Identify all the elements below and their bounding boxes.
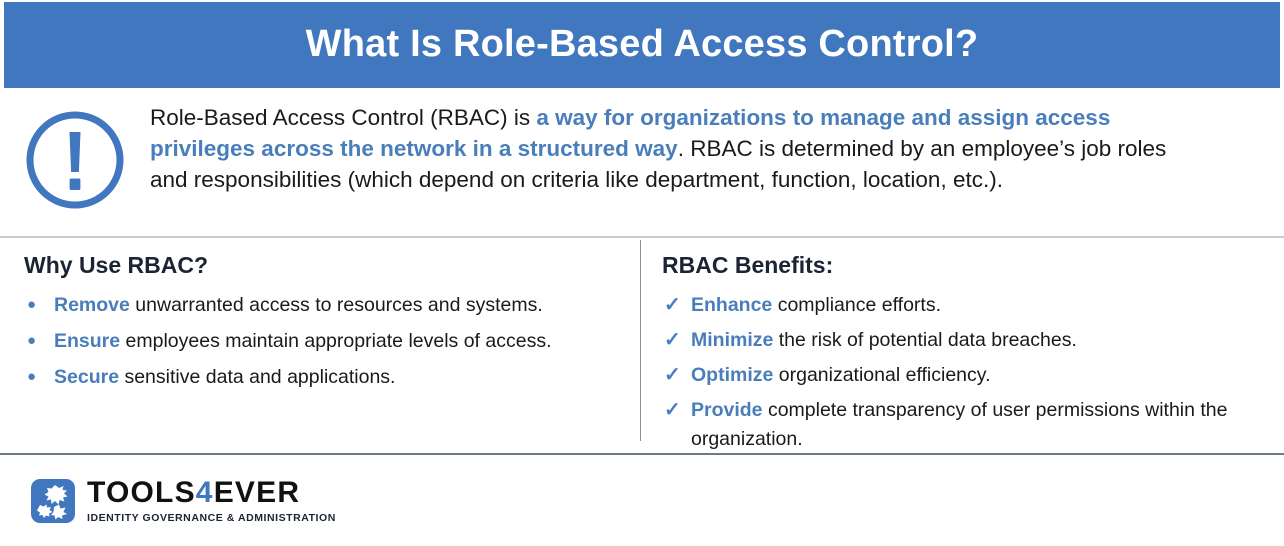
list-item-lead: Minimize: [691, 328, 774, 351]
logo-text-block: TOOLS4EVER IDENTITY GOVERNANCE & ADMINIS…: [87, 475, 336, 524]
list-item-text: the risk of potential data breaches.: [773, 328, 1077, 351]
list-item-text: sensitive data and applications.: [119, 366, 396, 389]
check-icon: ✓: [664, 399, 681, 422]
list-item-lead: Ensure: [54, 329, 121, 352]
logo-word-part1: TOOLS: [87, 475, 196, 509]
list-item: ✓ Minimize the risk of potential data br…: [662, 326, 1260, 354]
list-item-lead: Provide: [691, 399, 763, 422]
list-item: ● Secure sensitive data and applications…: [24, 363, 616, 391]
tools4ever-logo: TOOLS4EVER IDENTITY GOVERNANCE & ADMINIS…: [0, 475, 336, 524]
list-item: ✓ Provide complete transparency of user …: [662, 396, 1260, 453]
list-item-lead: Enhance: [691, 293, 773, 316]
list-item-lead: Secure: [54, 366, 120, 389]
list-item: ● Remove unwarranted access to resources…: [24, 291, 616, 319]
alert-icon-container: [0, 96, 150, 212]
page-title: What Is Role-Based Access Control?: [305, 23, 979, 66]
list-item-lead: Remove: [54, 293, 130, 316]
footer-section: TOOLS4EVER IDENTITY GOVERNANCE & ADMINIS…: [0, 455, 1284, 546]
list-item-text: complete transparency of user permission…: [691, 399, 1228, 450]
list-item-text: organizational efficiency.: [773, 364, 991, 387]
tools4ever-logo-mark-icon: [31, 478, 75, 523]
list-item: ● Ensure employees maintain appropriate …: [24, 327, 616, 355]
intro-paragraph: Role-Based Access Control (RBAC) is a wa…: [150, 96, 1284, 195]
list-item-text: compliance efforts.: [772, 293, 942, 316]
bullet-dot-icon: ●: [27, 331, 37, 349]
list-item-lead: Optimize: [691, 364, 774, 387]
columns-section: Why Use RBAC? ● Remove unwarranted acces…: [0, 238, 1284, 453]
list-item: ✓ Enhance compliance efforts.: [662, 291, 1260, 319]
logo-tagline: IDENTITY GOVERNANCE & ADMINISTRATION: [87, 511, 336, 524]
left-column-heading: Why Use RBAC?: [24, 252, 209, 278]
list-item: ✓ Optimize organizational efficiency.: [662, 361, 1260, 389]
infographic-root: What Is Role-Based Access Control? Role-…: [0, 0, 1284, 546]
intro-text-part1: Role-Based Access Control (RBAC) is: [150, 105, 537, 130]
bullet-dot-icon: ●: [27, 295, 37, 313]
list-item-text: unwarranted access to resources and syst…: [129, 293, 543, 316]
exclamation-circle-icon: [26, 111, 124, 209]
column-rbac-benefits: RBAC Benefits: ✓ Enhance compliance effo…: [640, 238, 1284, 453]
header-band: What Is Role-Based Access Control?: [4, 2, 1280, 88]
check-icon: ✓: [664, 293, 681, 316]
why-use-rbac-list: ● Remove unwarranted access to resources…: [24, 291, 616, 392]
check-icon: ✓: [664, 364, 681, 387]
intro-section: Role-Based Access Control (RBAC) is a wa…: [0, 96, 1284, 234]
rbac-benefits-list: ✓ Enhance compliance efforts. ✓ Minimize…: [662, 291, 1260, 453]
right-column-heading: RBAC Benefits:: [662, 252, 834, 278]
logo-word-part2: EVER: [213, 475, 301, 509]
logo-wordmark: TOOLS4EVER: [87, 475, 336, 509]
column-why-use-rbac: Why Use RBAC? ● Remove unwarranted acces…: [0, 238, 640, 453]
check-icon: ✓: [664, 328, 681, 351]
logo-word-accent: 4: [195, 475, 214, 509]
bullet-dot-icon: ●: [27, 368, 37, 386]
list-item-text: employees maintain appropriate levels of…: [120, 329, 552, 352]
